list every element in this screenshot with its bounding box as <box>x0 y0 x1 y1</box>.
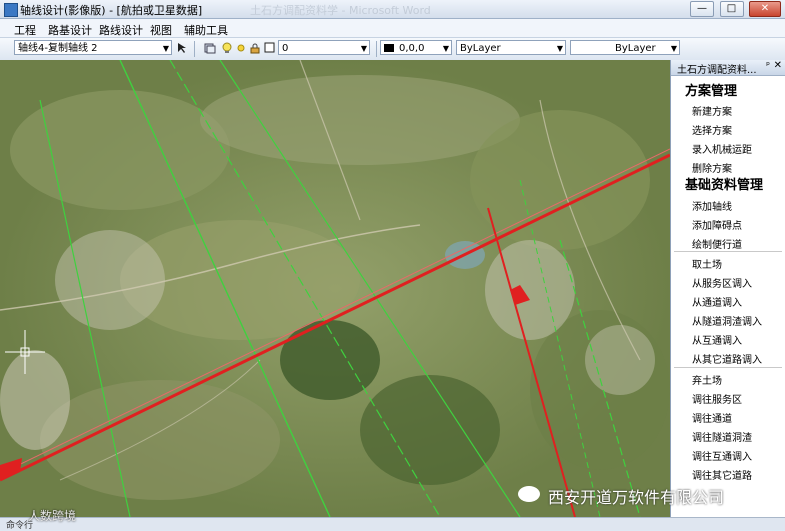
panel-item-from-other-road[interactable]: 从其它道路调入 <box>692 351 762 366</box>
color-swatch <box>384 44 394 52</box>
panel-item-from-service-area[interactable]: 从服务区调入 <box>692 275 752 290</box>
background-window-title: 土石方调配资料学 - Microsoft Word <box>250 4 431 17</box>
color-square-icon[interactable] <box>264 42 276 54</box>
section-base-data-management: 基础资料管理 <box>685 178 764 193</box>
axis-select-value: 轴线4-复制轴线 2 <box>18 43 98 54</box>
toolbar: 轴线4-复制轴线 2 ▼ 0 ▼ 0,0,0 ▼ ByLayer ▼ ByLay… <box>0 38 785 61</box>
panel-item-borrow-pit[interactable]: 取土场 <box>692 256 722 271</box>
axis-select[interactable]: 轴线4-复制轴线 2 ▼ <box>14 40 172 55</box>
panel-header: 土石方调配资料... ᵖ ✕ <box>671 60 785 76</box>
watermark-company: 西安开道万软件有限公司 <box>548 488 725 507</box>
color-select-value: 0,0,0 <box>399 43 425 54</box>
menu-project[interactable]: 工程 <box>14 22 36 38</box>
menu-tools[interactable]: 辅助工具 <box>184 22 228 38</box>
toolbar-separator <box>194 41 195 57</box>
earthwork-panel: 土石方调配资料... ᵖ ✕ 方案管理 新建方案 选择方案 录入机械运距 删除方… <box>670 60 785 517</box>
window-title: 轴线设计(影像版) - [航拍或卫星数据] <box>20 4 203 17</box>
panel-item-from-interchange[interactable]: 从互通调入 <box>692 332 742 347</box>
chevron-down-icon: ▼ <box>670 44 677 53</box>
panel-divider <box>674 367 782 368</box>
pin-icon[interactable]: ᵖ <box>766 61 770 71</box>
chevron-down-icon: ▼ <box>556 44 563 53</box>
panel-item-draw-access-road[interactable]: 绘制便行道 <box>692 236 742 251</box>
maximize-button[interactable]: □ <box>719 1 744 17</box>
menu-bar: 工程 路基设计 路线设计 视图 辅助工具 <box>0 19 785 38</box>
map-canvas[interactable] <box>0 60 670 517</box>
linetype-select-value: ByLayer <box>460 43 501 54</box>
chevron-down-icon: ▼ <box>360 44 367 53</box>
panel-item-new-scheme[interactable]: 新建方案 <box>692 103 732 118</box>
panel-item-from-tunnel-spoil[interactable]: 从隧道洞渣调入 <box>692 313 762 328</box>
panel-close-icon[interactable]: ✕ <box>774 60 782 71</box>
panel-title: 土石方调配资料... <box>677 65 757 76</box>
panel-item-enter-haul-distance[interactable]: 录入机械运距 <box>692 141 752 156</box>
app-icon <box>4 3 18 17</box>
sun-icon[interactable] <box>235 42 247 54</box>
lightbulb-icon[interactable] <box>221 42 233 54</box>
panel-item-add-axis[interactable]: 添加轴线 <box>692 198 732 213</box>
status-bar: 命令行 <box>0 517 785 531</box>
panel-item-to-interchange[interactable]: 调往互通调入 <box>692 448 752 463</box>
panel-divider <box>674 251 782 252</box>
window-controls: — □ ✕ <box>688 1 781 17</box>
color-select[interactable]: 0,0,0 ▼ <box>380 40 452 55</box>
panel-item-from-passage[interactable]: 从通道调入 <box>692 294 742 309</box>
chevron-down-icon: ▼ <box>162 44 169 53</box>
layer-select[interactable]: 0 ▼ <box>278 40 370 55</box>
chevron-down-icon: ▼ <box>442 44 449 53</box>
panel-item-spoil-site[interactable]: 弃土场 <box>692 372 722 387</box>
panel-item-to-service-area[interactable]: 调往服务区 <box>692 391 742 406</box>
menu-view[interactable]: 视图 <box>150 22 172 38</box>
wechat-icon <box>518 486 540 502</box>
panel-item-select-scheme[interactable]: 选择方案 <box>692 122 732 137</box>
layer-select-value: 0 <box>282 43 289 54</box>
title-bar: 轴线设计(影像版) - [航拍或卫星数据] 土石方调配资料学 - Microso… <box>0 0 785 19</box>
lineweight-select[interactable]: ByLayer ▼ <box>570 40 680 55</box>
layers-icon[interactable] <box>204 42 216 54</box>
linetype-select[interactable]: ByLayer ▼ <box>456 40 566 55</box>
close-button[interactable]: ✕ <box>749 1 781 17</box>
panel-item-add-obstacle[interactable]: 添加障碍点 <box>692 217 742 232</box>
lineweight-select-value: ByLayer <box>615 43 656 54</box>
panel-item-to-other-road[interactable]: 调往其它道路 <box>692 467 752 482</box>
section-scheme-management: 方案管理 <box>685 84 738 99</box>
menu-route-design[interactable]: 路线设计 <box>99 22 143 38</box>
minimize-button[interactable]: — <box>690 1 714 17</box>
lock-icon[interactable] <box>249 42 261 54</box>
pointer-icon[interactable] <box>176 42 188 54</box>
panel-item-to-tunnel-spoil[interactable]: 调往隧道洞渣 <box>692 429 752 444</box>
toolbar-separator <box>376 41 377 57</box>
aerial-image <box>0 60 670 517</box>
panel-item-delete-scheme[interactable]: 删除方案 <box>692 160 732 175</box>
menu-subgrade-design[interactable]: 路基设计 <box>48 22 92 38</box>
watermark-secondary: 人数跨境 <box>28 509 77 523</box>
panel-item-to-passage[interactable]: 调往通道 <box>692 410 732 425</box>
